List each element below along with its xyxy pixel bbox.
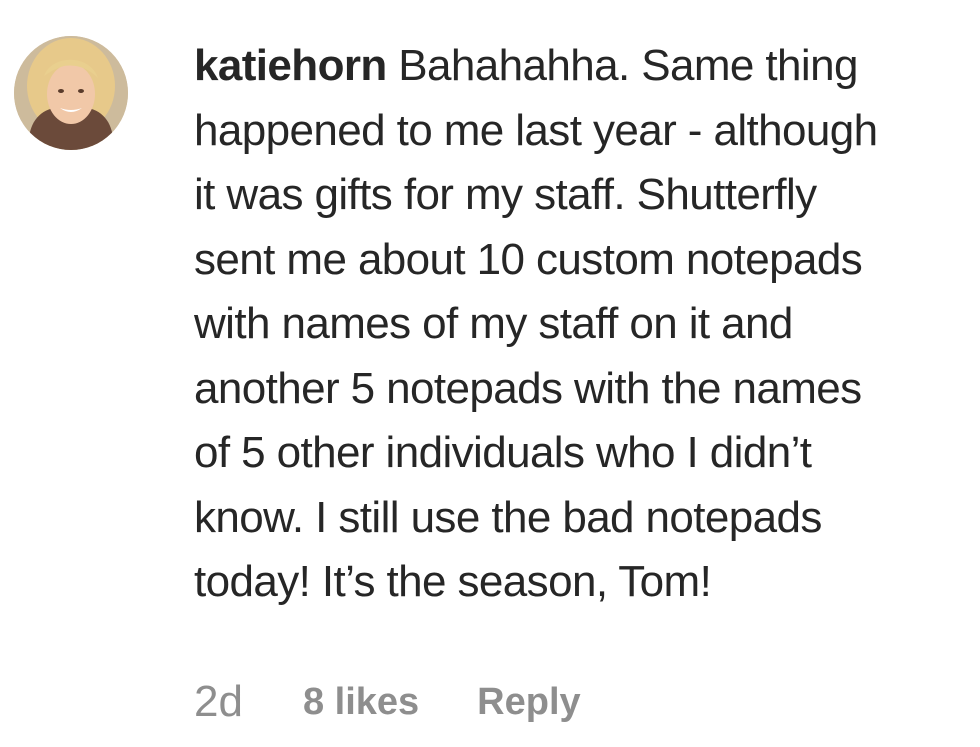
- comment-text-line: with names of my staff on it and: [194, 299, 793, 348]
- comment-text-line: of 5 other individuals who I didn’t: [194, 428, 812, 477]
- comment-text-line: it was gifts for my staff. Shutterfly: [194, 170, 817, 219]
- comment-text-line: Bahahahha. Same thing: [398, 41, 858, 90]
- comment-text-line: sent me about 10 custom notepads: [194, 234, 863, 284]
- comment-text-line: happened to me last year - although: [194, 105, 878, 155]
- comment-body: katiehorn Bahahahha. Same thing happened…: [194, 34, 980, 615]
- comment-text-line: today! It’s the season, Tom!: [194, 557, 712, 606]
- comment: katiehorn Bahahahha. Same thing happened…: [0, 0, 980, 747]
- comment-text-line: know. I still use the bad notepads: [194, 492, 822, 542]
- comment-meta: 2d 8 likes Reply: [194, 670, 581, 734]
- timestamp[interactable]: 2d: [194, 677, 243, 727]
- avatar-photo: [14, 36, 128, 150]
- comment-line-1: katiehorn Bahahahha. Same thing: [194, 34, 980, 99]
- reply-button[interactable]: Reply: [477, 681, 580, 724]
- likes-count-button[interactable]: 8 likes: [303, 681, 419, 724]
- username-link[interactable]: katiehorn: [194, 41, 387, 90]
- comment-text-line: another 5 notepads with the names: [194, 363, 862, 413]
- avatar[interactable]: [14, 36, 128, 150]
